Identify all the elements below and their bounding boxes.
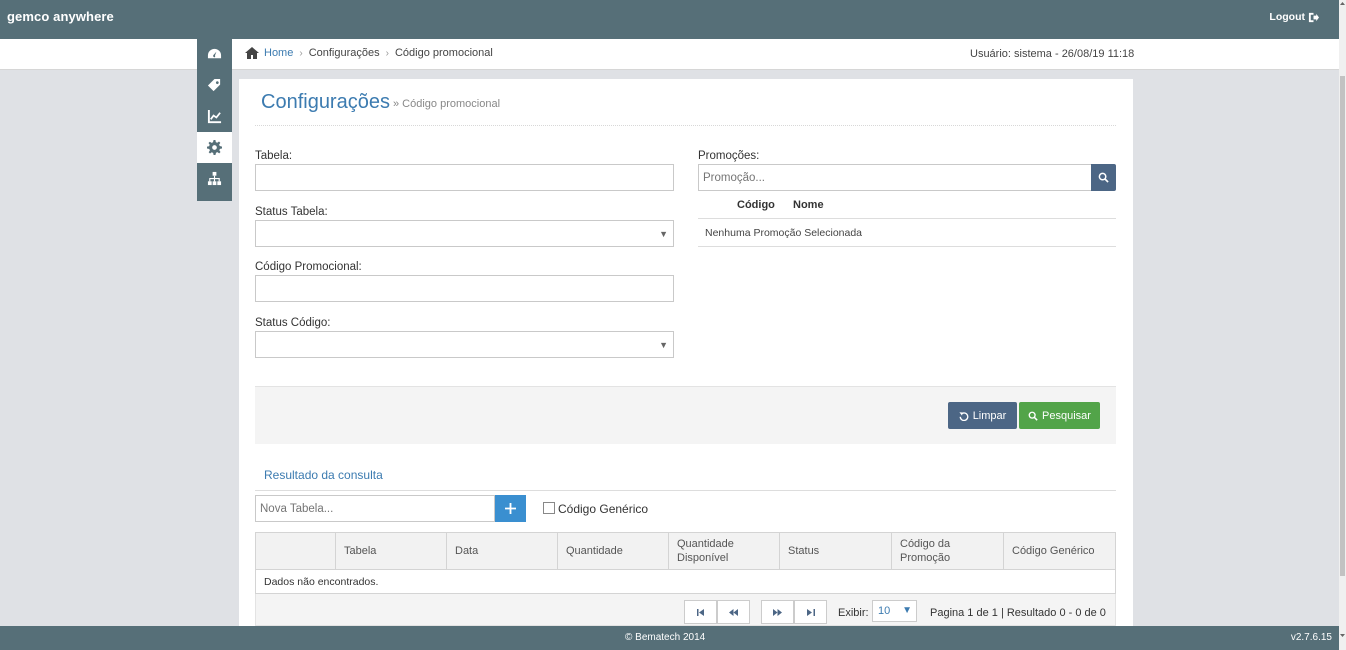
dashboard-icon bbox=[207, 48, 222, 59]
promocoes-label: Promoções: bbox=[698, 150, 760, 162]
title-divider bbox=[255, 125, 1116, 126]
next-page-button[interactable] bbox=[761, 600, 794, 624]
col-quantidade[interactable]: Quantidade bbox=[558, 533, 669, 569]
breadcrumb-item-configuracoes[interactable]: Configurações bbox=[309, 47, 380, 59]
search-icon bbox=[1098, 172, 1109, 183]
results-empty-message: Dados não encontrados. bbox=[264, 576, 379, 588]
sitemap-icon bbox=[207, 171, 222, 186]
promocao-search-button[interactable] bbox=[1091, 164, 1116, 191]
breadcrumb: Home › Configurações › Código promociona… bbox=[245, 47, 493, 59]
breadcrumb-separator: › bbox=[385, 47, 389, 59]
codigo-promocional-input[interactable] bbox=[255, 275, 674, 302]
clear-button-label: Limpar bbox=[972, 409, 1007, 422]
plus-icon bbox=[505, 503, 516, 514]
col-quantidade-disponivel[interactable]: Quantidade Disponível bbox=[669, 533, 780, 569]
nav-charts[interactable] bbox=[197, 101, 232, 132]
codigo-generico-label: Código Genérico bbox=[558, 502, 649, 516]
search-button-label: Pesquisar bbox=[1042, 409, 1091, 422]
nav-dashboard[interactable] bbox=[197, 39, 232, 70]
prev-page-icon bbox=[729, 608, 738, 616]
results-divider bbox=[255, 490, 1116, 491]
nav-sitemap[interactable] bbox=[197, 163, 232, 194]
status-codigo-label: Status Código: bbox=[255, 317, 331, 329]
results-tab[interactable]: Resultado da consulta bbox=[264, 468, 383, 482]
brand-logo: gemco anywhere bbox=[7, 9, 114, 24]
logout-button[interactable]: Logout bbox=[1269, 11, 1319, 23]
tabela-label: Tabela: bbox=[255, 150, 293, 162]
page-title: Configurações bbox=[261, 91, 390, 113]
promocao-search-input[interactable] bbox=[698, 164, 1092, 191]
top-bar: gemco anywhere Logout bbox=[0, 0, 1339, 39]
results-table-header: Tabela Data Quantidade Quantidade Dispon… bbox=[256, 533, 1115, 570]
copyright: © Bematech 2014 bbox=[625, 632, 706, 643]
undo-icon bbox=[959, 411, 969, 421]
gear-icon bbox=[207, 140, 222, 155]
logout-icon bbox=[1308, 12, 1319, 22]
page-size-select[interactable]: 10 ▼ bbox=[872, 600, 917, 622]
breadcrumb-separator: › bbox=[299, 47, 303, 59]
promo-col-codigo: Código bbox=[737, 199, 775, 211]
status-codigo-select[interactable]: ▼ bbox=[255, 331, 674, 358]
user-info: Usuário: sistema - 26/08/19 11:18 bbox=[970, 48, 1135, 60]
col-codigo-promocao[interactable]: Código da Promoção bbox=[892, 533, 1004, 569]
codigo-generico-checkbox[interactable] bbox=[543, 502, 555, 514]
main-panel: Configurações » Código promocional Tabel… bbox=[239, 79, 1133, 639]
side-nav bbox=[197, 39, 232, 201]
col-select bbox=[256, 533, 336, 569]
home-icon[interactable] bbox=[245, 47, 259, 59]
tag-icon bbox=[207, 78, 221, 92]
promocoes-empty-message: Nenhuma Promoção Selecionada bbox=[698, 220, 1116, 247]
scroll-up-icon[interactable] bbox=[1339, 0, 1346, 7]
footer: © Bematech 2014 v2.7.6.15 bbox=[0, 626, 1339, 650]
promocoes-table-header: Código Nome bbox=[698, 193, 1116, 219]
last-page-icon bbox=[806, 608, 815, 616]
status-tabela-label: Status Tabela: bbox=[255, 206, 328, 218]
chevron-down-icon: ▼ bbox=[659, 340, 668, 350]
clear-button[interactable]: Limpar bbox=[948, 402, 1017, 429]
logout-label: Logout bbox=[1269, 11, 1305, 23]
page-subtitle: » Código promocional bbox=[393, 98, 501, 110]
page-size-value: 10 bbox=[878, 605, 891, 617]
chevron-down-icon: ▼ bbox=[659, 229, 668, 239]
page-scrollbar[interactable] bbox=[1339, 0, 1346, 650]
scroll-down-icon[interactable] bbox=[1339, 632, 1346, 639]
codigo-promocional-label: Código Promocional: bbox=[255, 261, 362, 273]
chart-icon bbox=[207, 109, 222, 124]
first-page-icon bbox=[696, 608, 704, 616]
action-bar: Limpar Pesquisar bbox=[255, 386, 1116, 444]
next-page-icon bbox=[773, 608, 782, 616]
app-version: v2.7.6.15 bbox=[1290, 632, 1332, 643]
col-status[interactable]: Status bbox=[780, 533, 892, 569]
search-icon bbox=[1028, 411, 1038, 421]
chevron-down-icon: ▼ bbox=[902, 605, 912, 616]
pagination-info: Pagina 1 de 1 | Resultado 0 - 0 de 0 bbox=[930, 607, 1106, 619]
exibir-label: Exibir: bbox=[838, 607, 869, 619]
nav-settings[interactable] bbox=[197, 132, 232, 163]
pagination-bar: Exibir: 10 ▼ Pagina 1 de 1 | Resultado 0… bbox=[255, 594, 1116, 626]
search-button[interactable]: Pesquisar bbox=[1019, 402, 1100, 429]
nav-tags[interactable] bbox=[197, 70, 232, 101]
tabela-input[interactable] bbox=[255, 164, 674, 191]
col-codigo-generico[interactable]: Código Genérico bbox=[1004, 533, 1115, 569]
breadcrumb-home[interactable]: Home bbox=[264, 47, 293, 59]
col-data[interactable]: Data bbox=[447, 533, 558, 569]
results-table: Tabela Data Quantidade Quantidade Dispon… bbox=[255, 532, 1116, 594]
col-tabela[interactable]: Tabela bbox=[336, 533, 447, 569]
nova-tabela-input[interactable] bbox=[255, 495, 495, 522]
breadcrumb-item-codigo: Código promocional bbox=[394, 47, 493, 59]
first-page-button[interactable] bbox=[684, 600, 717, 624]
prev-page-button[interactable] bbox=[717, 600, 750, 624]
status-tabela-select[interactable]: ▼ bbox=[255, 220, 674, 247]
scroll-thumb[interactable] bbox=[1340, 76, 1345, 576]
add-tabela-button[interactable] bbox=[495, 495, 526, 522]
last-page-button[interactable] bbox=[794, 600, 827, 624]
promo-col-nome: Nome bbox=[793, 199, 824, 211]
